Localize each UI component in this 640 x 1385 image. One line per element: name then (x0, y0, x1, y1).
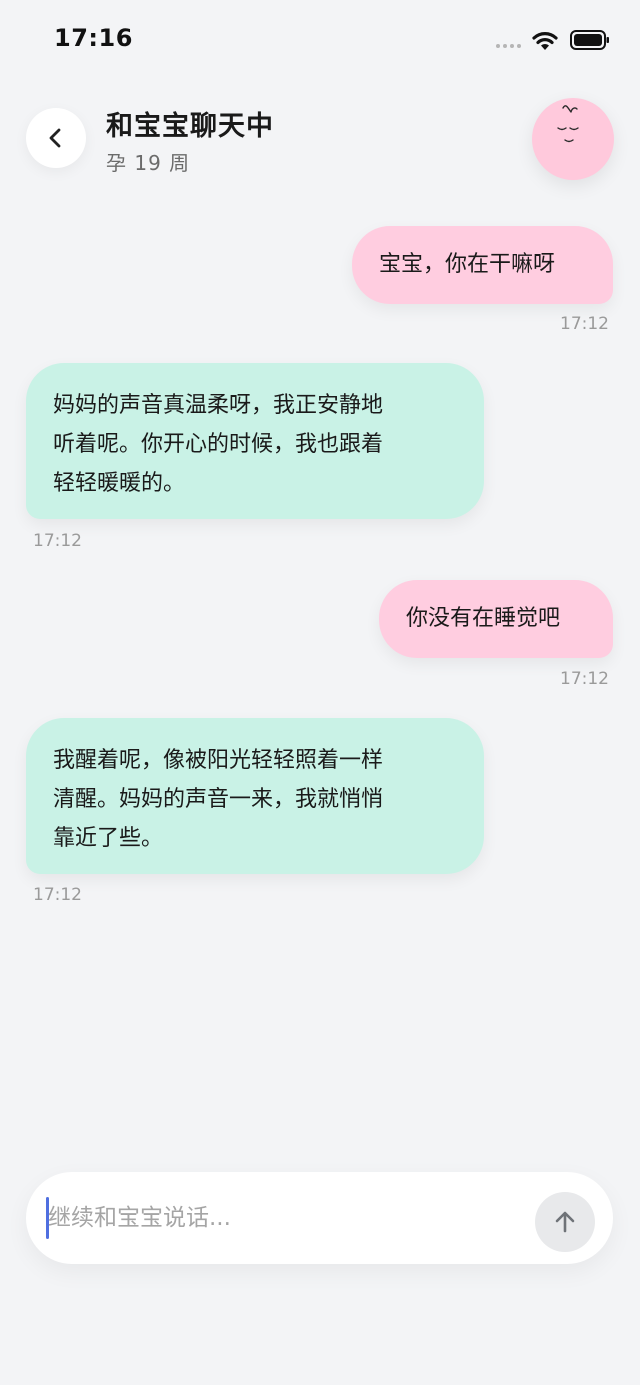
signal-dots-icon (496, 44, 521, 48)
baby-message-bubble: 我醒着呢，像被阳光轻轻照着一样 清醒。妈妈的声音一来，我就悄悄 靠近了些。 (26, 718, 484, 874)
text-caret (46, 1197, 49, 1239)
message-timestamp: 17:12 (33, 531, 82, 551)
message-timestamp: 17:12 (33, 885, 82, 905)
battery-icon (570, 30, 609, 50)
status-bar: 17:16 (0, 0, 640, 80)
send-button[interactable] (535, 1192, 595, 1252)
chat-header: 和宝宝聊天中 孕 19 周 (0, 98, 640, 190)
arrow-up-icon (555, 1211, 575, 1233)
user-message-bubble: 你没有在睡觉吧 (379, 580, 613, 658)
wifi-icon (532, 32, 558, 50)
sleeping-baby-face-icon (557, 105, 579, 143)
user-message-bubble: 宝宝，你在干嘛呀 (352, 226, 613, 304)
chevron-left-icon (49, 128, 61, 148)
avatar[interactable] (532, 98, 614, 180)
page-title: 和宝宝聊天中 (106, 111, 274, 142)
message-input[interactable] (48, 1196, 518, 1240)
status-time: 17:16 (54, 24, 133, 52)
message-timestamp: 17:12 (560, 669, 609, 689)
message-timestamp: 17:12 (560, 314, 609, 334)
back-button[interactable] (26, 108, 86, 168)
pregnancy-week-label: 孕 19 周 (106, 151, 191, 175)
baby-message-bubble: 妈妈的声音真温柔呀，我正安静地 听着呢。你开心的时候，我也跟着 轻轻暖暖的。 (26, 363, 484, 519)
message-composer (26, 1172, 613, 1264)
